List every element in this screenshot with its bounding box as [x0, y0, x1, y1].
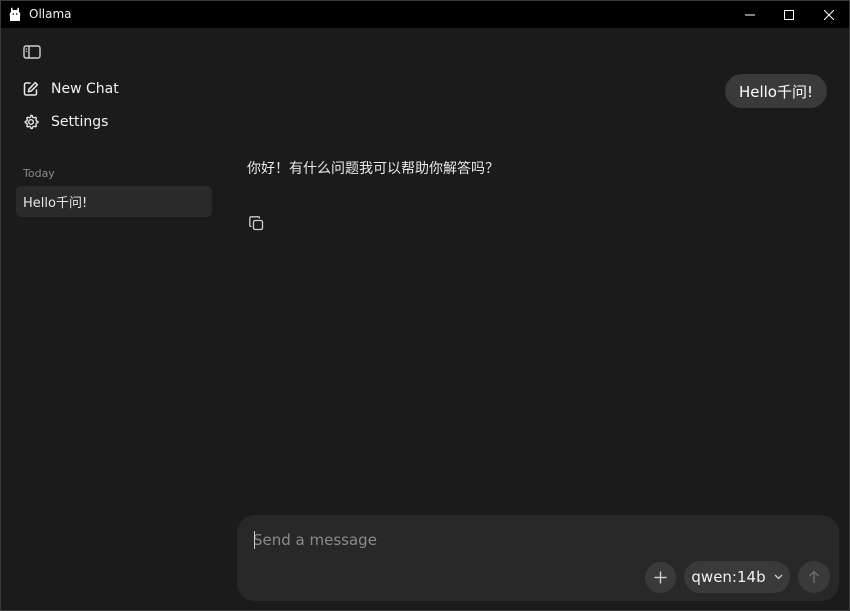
- minimize-icon: [745, 14, 755, 15]
- user-message-text: Hello千问!: [738, 82, 813, 101]
- history-item-title: Hello千问!: [23, 196, 88, 211]
- title-bar: Ollama: [1, 1, 849, 28]
- attach-button[interactable]: [645, 562, 676, 593]
- close-icon: [824, 9, 834, 20]
- send-button[interactable]: [798, 561, 830, 593]
- minimize-button[interactable]: [730, 1, 770, 28]
- assistant-message-text: 你好！有什么问题我可以帮助你解答吗？: [247, 161, 499, 177]
- chevron-down-icon: [774, 574, 783, 580]
- sidebar: New Chat Settings Today Hello千问!: [1, 28, 226, 610]
- gear-icon: [24, 114, 39, 130]
- llama-icon: [9, 7, 23, 22]
- close-button[interactable]: [809, 1, 849, 28]
- window-title: Ollama: [29, 7, 72, 21]
- app-window: Ollama New Chat Settings Today Hello千问! …: [0, 0, 850, 611]
- sidebar-toggle-button[interactable]: [23, 44, 41, 59]
- copy-icon: [248, 215, 263, 230]
- compose-icon: [23, 81, 39, 96]
- model-selector[interactable]: qwen:14b: [684, 561, 790, 593]
- user-message-bubble: Hello千问!: [724, 74, 827, 108]
- model-name: qwen:14b: [691, 568, 766, 586]
- history-item[interactable]: Hello千问!: [16, 186, 212, 217]
- text-cursor: [254, 531, 255, 549]
- arrow-up-icon: [809, 570, 819, 583]
- settings-label: Settings: [51, 114, 109, 130]
- history-section-label: Today: [23, 167, 55, 180]
- plus-icon: [654, 571, 667, 584]
- message-input[interactable]: [253, 528, 813, 552]
- new-chat-label: New Chat: [51, 81, 119, 97]
- message-composer: qwen:14b: [237, 515, 839, 601]
- copy-button[interactable]: [247, 214, 265, 232]
- new-chat-button[interactable]: New Chat: [23, 79, 119, 99]
- maximize-button[interactable]: [769, 1, 809, 28]
- sidebar-toggle-icon: [23, 45, 41, 59]
- maximize-icon: [784, 9, 794, 20]
- settings-button[interactable]: Settings: [23, 112, 108, 132]
